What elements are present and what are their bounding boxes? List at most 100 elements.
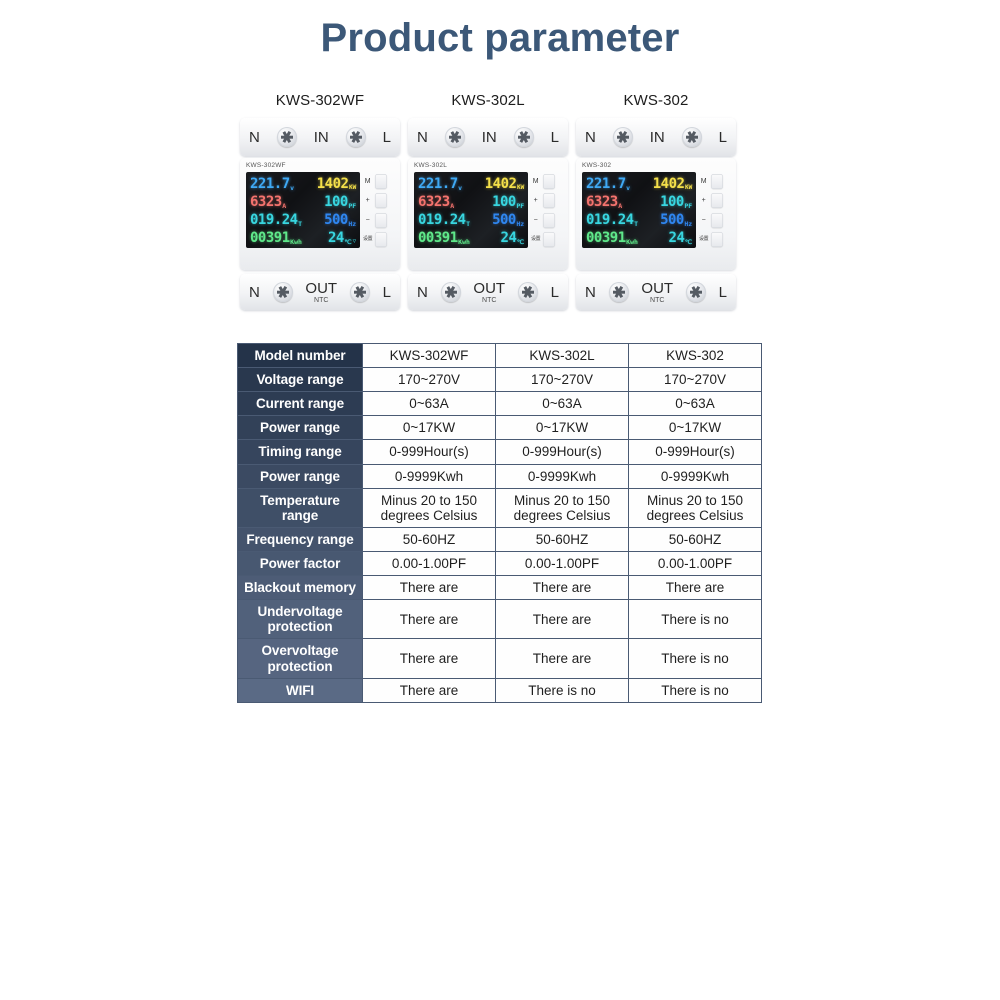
terminal-label-n-bottom: N <box>417 283 428 301</box>
terminal-label-out-text: OUT <box>473 279 506 297</box>
table-cell-value: There are <box>399 580 459 596</box>
device-button-3[interactable]: 设置 <box>362 231 395 248</box>
terminal-label-l-bottom: L <box>550 283 559 301</box>
device-button-label-2: − <box>701 216 706 224</box>
device-top-terminal: N IN L <box>576 118 736 156</box>
table-cell-value: 0-9999Kwh <box>660 468 730 484</box>
terminal-label-in: IN <box>649 128 665 146</box>
terminal-label-l-bottom: L <box>382 283 391 301</box>
device-button-key-1[interactable] <box>711 193 724 209</box>
table-cell-value: 0-9999Kwh <box>394 468 464 484</box>
table-cell-r0-c1: KWS-302L <box>495 342 629 369</box>
lcd-current-value: 6323 <box>586 194 618 210</box>
table-cell-r10-c2: There is no <box>628 599 762 640</box>
terminal-label-l-top: L <box>718 128 727 146</box>
device-bottom-terminal: N OUT NTC L <box>576 274 736 310</box>
device-button-0[interactable]: M <box>698 173 731 190</box>
device-card-2: KWS-302 N IN L KWS-302 221.7 v 1402 KW 6323 A 100 PF… <box>573 92 739 310</box>
screw-icon-bottom-left <box>608 282 629 302</box>
table-cell-r6-c0: Minus 20 to 150 degrees Celsius <box>362 487 496 528</box>
lcd-power-unit: KW <box>516 184 525 191</box>
table-cell-value: There are <box>532 611 592 627</box>
device-button-1[interactable]: + <box>530 192 563 209</box>
lcd-time-value: 019.24 <box>586 212 634 228</box>
lcd-pf-value: 100 <box>324 194 348 210</box>
device-button-0[interactable]: M <box>530 173 563 190</box>
device-button-2[interactable]: − <box>530 212 563 229</box>
table-cell-r3-c2: 0~17KW <box>628 415 762 441</box>
table-cell-r4-c1: 0-999Hour(s) <box>495 439 629 465</box>
table-cell-value: Minus 20 to 150 degrees Celsius <box>646 492 744 523</box>
device-button-0[interactable]: M <box>362 173 395 190</box>
device-button-key-0[interactable] <box>543 174 556 189</box>
table-cell-r8-c1: 0.00-1.00PF <box>495 550 629 577</box>
table-cell-r9-c0: There are <box>362 575 496 601</box>
device-button-key-2[interactable] <box>711 212 724 228</box>
table-cell-r9-c2: There are <box>628 575 762 601</box>
device-button-label-1: + <box>365 197 370 205</box>
table-cell-r10-c0: There are <box>362 599 496 640</box>
lcd-power-unit: KW <box>684 184 693 191</box>
lcd-row-current-pf: 6323 A 100 PF <box>586 193 692 209</box>
table-cell-r8-c0: 0.00-1.00PF <box>362 550 496 577</box>
device-button-label-2: − <box>533 216 538 224</box>
device-button-label-1: + <box>533 197 538 205</box>
terminal-label-l-bottom: L <box>718 283 727 301</box>
table-cell-r10-c1: There are <box>495 599 629 640</box>
lcd-pf-unit: PF <box>516 201 525 210</box>
device-button-key-3[interactable] <box>711 231 724 247</box>
device-button-1[interactable]: + <box>698 192 731 209</box>
terminal-label-out: OUT NTC <box>305 281 337 304</box>
device-housing: KWS-302 221.7 v 1402 KW 6323 A 100 PF 019.24 T 500 H… <box>576 158 736 270</box>
table-row-label: Power range <box>237 463 363 489</box>
lcd-time-unit: T <box>634 219 638 228</box>
device-button-key-1[interactable] <box>543 193 556 209</box>
device-card-1: KWS-302L N IN L KWS-302L 221.7 v 1402 KW 6323 A 100… <box>405 92 571 310</box>
table-row: WIFI There are There is no There is no <box>237 677 762 703</box>
device-button-label-3: 设置 <box>530 235 541 242</box>
table-row: Model number KWS-302WF KWS-302L KWS-302 <box>237 342 762 369</box>
device-button-key-2[interactable] <box>543 212 556 228</box>
device-button-column: M + − 设置 <box>362 172 395 248</box>
table-cell-r5-c2: 0-9999Kwh <box>628 463 762 489</box>
screw-icon-bottom-left <box>440 282 461 302</box>
table-cell-r5-c1: 0-9999Kwh <box>495 463 629 489</box>
table-row-label: WIFI <box>237 677 363 703</box>
terminal-label-in: IN <box>313 128 329 146</box>
device-button-key-3[interactable] <box>543 231 556 247</box>
device-button-3[interactable]: 设置 <box>530 231 563 248</box>
table-cell-value: There is no <box>661 611 729 627</box>
table-cell-r0-c2: KWS-302 <box>628 342 762 369</box>
lcd-temperature-unit: ℃ <box>344 237 352 246</box>
table-cell-value: 0.00-1.00PF <box>524 555 600 571</box>
device-button-key-1[interactable] <box>375 193 388 209</box>
device-button-key-3[interactable] <box>375 231 388 247</box>
device-button-2[interactable]: − <box>698 212 731 229</box>
device-button-key-0[interactable] <box>375 174 388 189</box>
lcd-energy-unit: Kwh <box>626 237 638 246</box>
device-button-1[interactable]: + <box>362 192 395 209</box>
device-button-key-2[interactable] <box>375 212 388 228</box>
table-cell-r4-c0: 0-999Hour(s) <box>362 439 496 465</box>
device-button-2[interactable]: − <box>362 212 395 229</box>
table-cell-value: There are <box>665 580 725 596</box>
screw-icon-bottom-right <box>349 282 370 302</box>
lcd-pf-value: 100 <box>660 194 684 210</box>
lcd-row-current-pf: 6323 A 100 PF <box>250 193 356 209</box>
table-row: Power range 0-9999Kwh 0-9999Kwh 0-9999Kwh <box>237 463 762 489</box>
device-model-tag: KWS-302WF <box>246 162 286 169</box>
table-cell-value: 0.00-1.00PF <box>657 555 733 571</box>
table-cell-value: 0-9999Kwh <box>527 468 597 484</box>
device-button-3[interactable]: 设置 <box>698 231 731 248</box>
terminal-label-n-top: N <box>249 128 260 146</box>
table-cell-value: There are <box>532 650 592 666</box>
page-title: Product parameter <box>320 16 680 60</box>
lcd-row-energy-temp: 00391 Kwh 24 ℃ <box>418 229 524 245</box>
device-housing: KWS-302WF 221.7 v 1402 KW 6323 A 100 PF 019.24 T 50… <box>240 158 400 270</box>
lcd-voltage-value: 221.7 <box>250 176 290 192</box>
table-cell-r2-c0: 0~63A <box>362 391 496 417</box>
device-button-key-0[interactable] <box>711 174 724 189</box>
terminal-label-out-text: OUT <box>641 279 674 297</box>
table-row-label: Undervoltage protection <box>237 599 363 640</box>
terminal-label-out-text: OUT <box>305 279 338 297</box>
